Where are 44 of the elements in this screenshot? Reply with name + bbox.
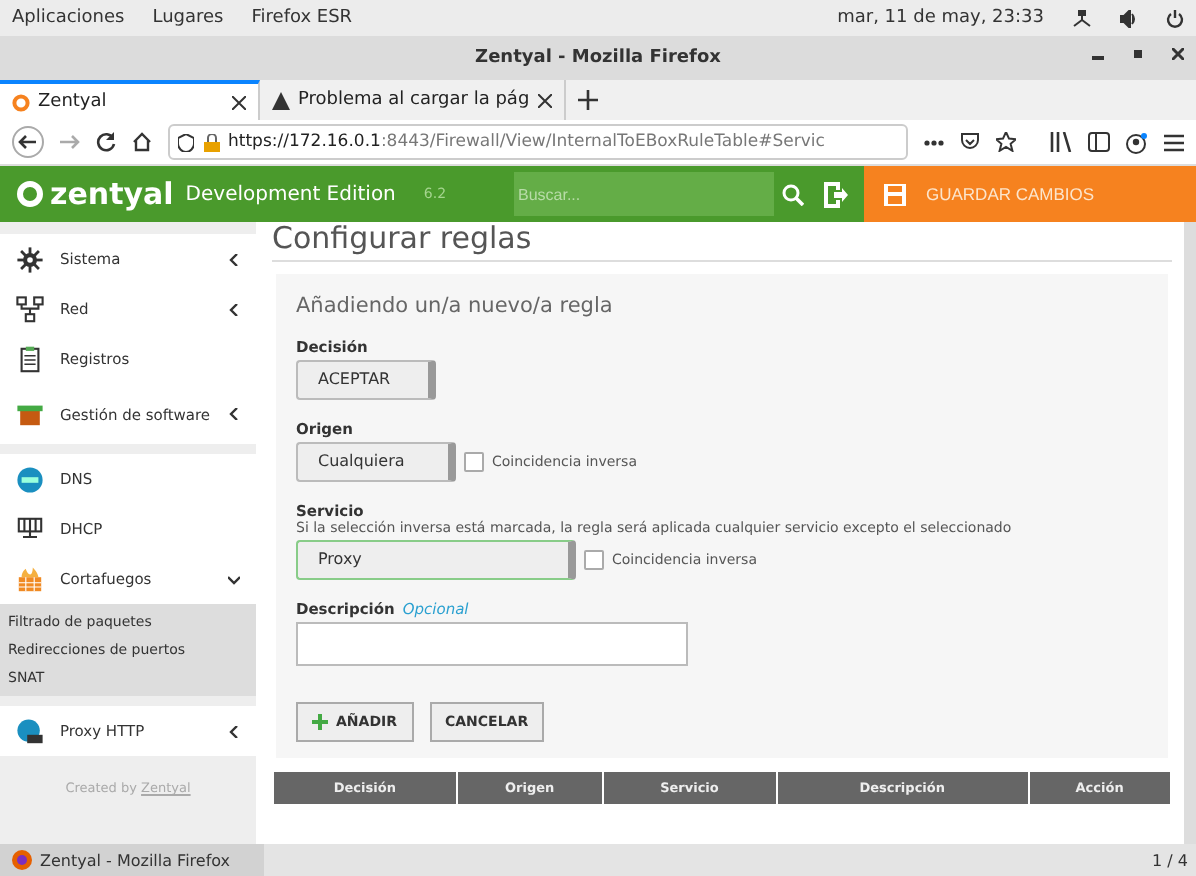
- menu-item[interactable]: Lugares: [152, 8, 224, 28]
- browser-tab[interactable]: Zentyal: [0, 80, 260, 120]
- search-icon[interactable]: [782, 183, 804, 205]
- reload-icon[interactable]: [96, 132, 116, 152]
- checkbox[interactable]: [464, 451, 484, 471]
- search-field[interactable]: Buscar...: [514, 172, 774, 216]
- clock[interactable]: mar, 11 de may, 23:33: [837, 8, 1044, 28]
- checkbox[interactable]: [584, 549, 604, 569]
- library-icon[interactable]: [1050, 132, 1072, 152]
- sidebar-icon[interactable]: [1088, 132, 1110, 152]
- taskbar-window[interactable]: Zentyal - Mozilla Firefox: [0, 844, 264, 876]
- network-icon[interactable]: [1072, 9, 1092, 27]
- workspace-indicator[interactable]: 1 / 4: [1144, 851, 1196, 869]
- menu-icon[interactable]: [1164, 133, 1184, 151]
- account-icon[interactable]: [1126, 131, 1148, 153]
- edition-label: Development Edition: [185, 183, 396, 205]
- home-icon[interactable]: [132, 132, 152, 152]
- speaker-icon[interactable]: [1120, 9, 1138, 27]
- zentyal-logo[interactable]: zentyal: [0, 176, 174, 212]
- maximize-icon[interactable]: [1132, 48, 1144, 60]
- window-title: Zentyal - Mozilla Firefox: [475, 48, 721, 68]
- new-tab-icon[interactable]: [577, 90, 598, 110]
- menu-item[interactable]: Firefox ESR: [251, 8, 353, 28]
- app-icon: [12, 850, 32, 870]
- close-icon[interactable]: [1172, 48, 1184, 60]
- page-title: Configurar reglas: [272, 222, 1172, 261]
- service-select[interactable]: Proxy: [296, 539, 576, 579]
- power-icon[interactable]: [1166, 9, 1184, 27]
- pocket-icon[interactable]: [960, 132, 980, 152]
- close-icon[interactable]: [232, 95, 246, 109]
- warning-icon: [272, 91, 290, 109]
- close-icon[interactable]: [537, 93, 552, 107]
- plus-icon: [312, 713, 328, 729]
- decision-select[interactable]: ACEPTAR: [296, 359, 436, 399]
- star-icon[interactable]: [996, 132, 1016, 152]
- ring-icon: [12, 93, 30, 111]
- more-icon[interactable]: [924, 139, 944, 145]
- back-icon[interactable]: [12, 126, 44, 158]
- description-field[interactable]: [296, 621, 688, 665]
- address-bar[interactable]: https://172.16.0.1:8443/Firewall/View/InternalToEBoxRuleTable#Servic: [168, 124, 908, 160]
- form-title: Añadiendo un/a nuevo/a regla: [296, 293, 615, 317]
- menu-item[interactable]: Aplicaciones: [12, 8, 125, 28]
- logout-icon[interactable]: [824, 181, 848, 207]
- origin-select[interactable]: Cualquiera: [296, 441, 456, 481]
